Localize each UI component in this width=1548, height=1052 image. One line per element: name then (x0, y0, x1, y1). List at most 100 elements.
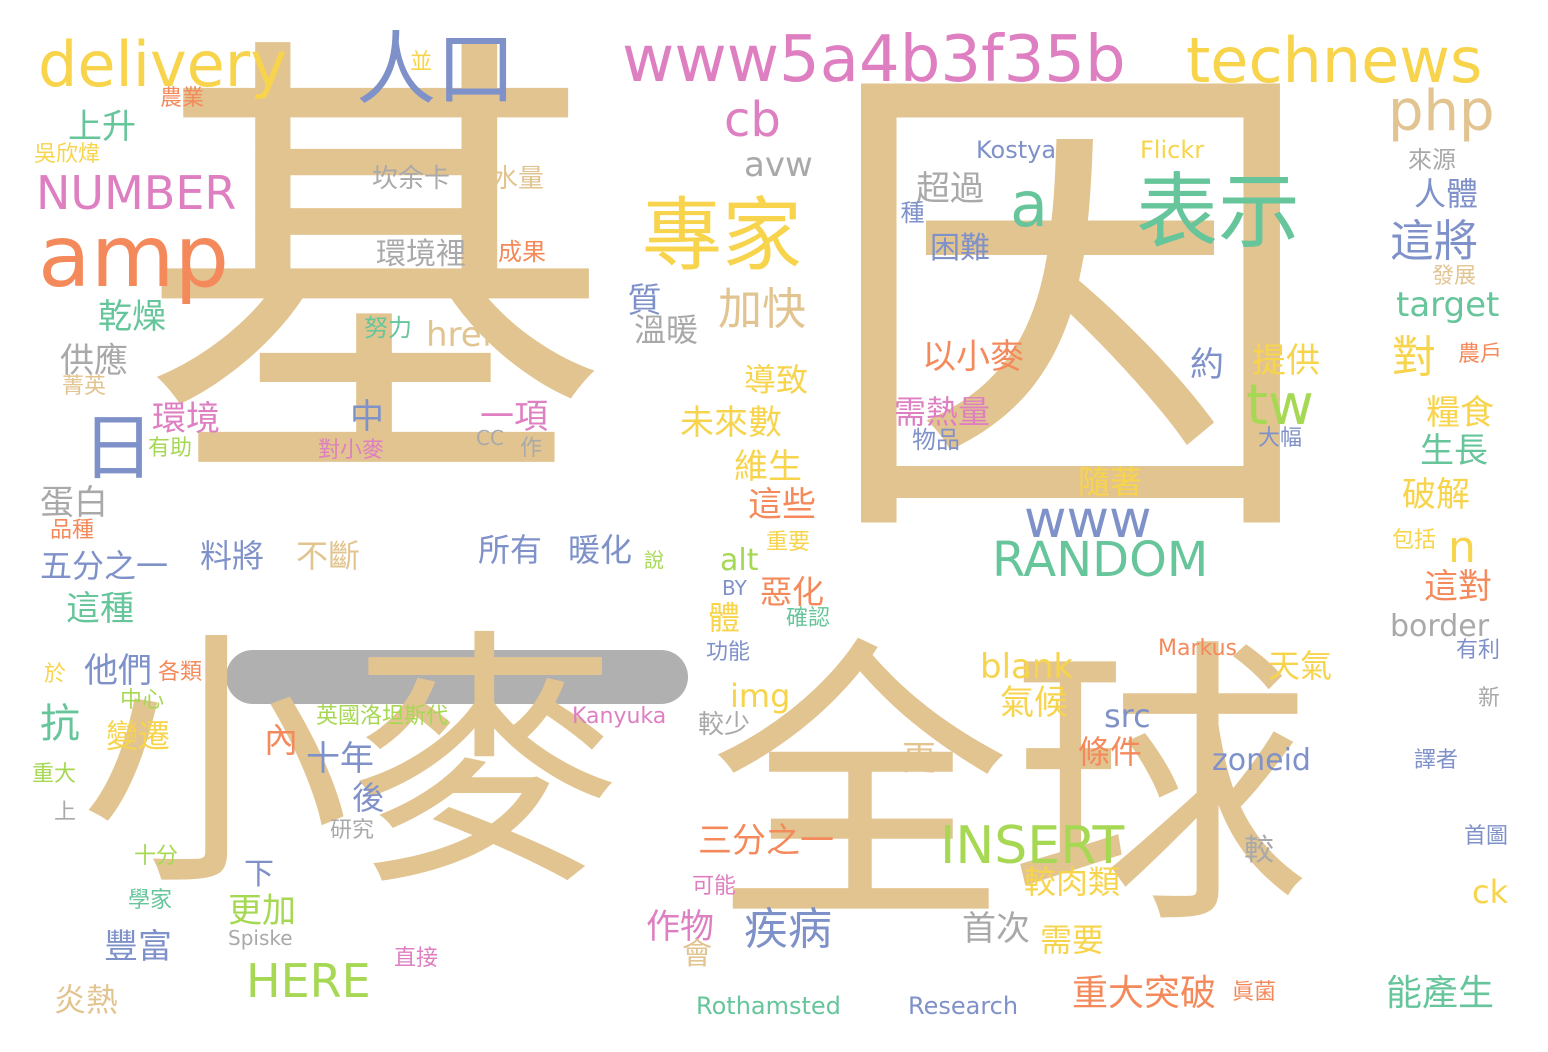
cloud-word: 對 (1392, 332, 1436, 383)
cloud-word: 人口 (356, 23, 516, 116)
cloud-word: 能產生 (1386, 973, 1495, 1014)
cloud-word: 約 (1190, 345, 1224, 385)
cloud-word: src (1104, 697, 1151, 735)
cloud-word: 下 (244, 857, 274, 892)
cloud-word: 重要 (766, 530, 811, 555)
cloud-word: Markus (1158, 636, 1237, 661)
cloud-word: 以小麥 (922, 337, 1024, 377)
cloud-word: 他們 (84, 651, 152, 691)
cloud-word: 重大 (32, 762, 77, 787)
cloud-word: 吳欣煒 (34, 142, 101, 167)
cloud-word: 三分之一 (698, 821, 834, 861)
cloud-word: Research (908, 992, 1019, 1020)
cloud-word: Flickr (1140, 136, 1205, 164)
cloud-word: 品種 (50, 518, 95, 543)
cloud-word: 成果 (498, 238, 546, 266)
cloud-word: 譯者 (1414, 748, 1459, 773)
cloud-word: 英國洛坦斯代 (316, 704, 449, 729)
cloud-word: ck (1472, 873, 1509, 911)
cloud-word: 十分 (134, 844, 179, 869)
cloud-word: 內 (264, 721, 298, 761)
cloud-word: NUMBER (36, 166, 237, 220)
cloud-word: 農戶 (1458, 342, 1503, 367)
cloud-word: 氣候 (1000, 683, 1068, 723)
cloud-word: 有利 (1456, 638, 1501, 663)
cloud-word: 眞菌 (1232, 980, 1277, 1005)
cloud-word: 農業 (160, 86, 205, 111)
cloud-word: n (1448, 522, 1476, 573)
cloud-word: img (730, 677, 791, 715)
cloud-word: 較肉類 (1024, 863, 1121, 901)
cloud-word: 抗 (40, 701, 80, 747)
cloud-word: 新 (1478, 686, 1501, 711)
cloud-word: 溫暖 (634, 311, 699, 349)
cloud-word: 這對 (1424, 567, 1492, 607)
cloud-word: 蛋白 (40, 483, 108, 523)
cloud-word: 更 (902, 739, 936, 779)
cloud-word: 需要 (1040, 921, 1105, 959)
cloud-word: avw (744, 145, 813, 185)
cloud-word: Kostya (976, 136, 1057, 164)
cloud-word: 炎熱 (54, 981, 119, 1019)
cloud-word: 環境裡 (376, 237, 466, 272)
cloud-word: 乾燥 (98, 297, 166, 337)
cloud-word: BY (722, 576, 747, 600)
cloud-word: 維生 (734, 447, 802, 487)
cloud-word: 菁英 (62, 374, 107, 399)
cloud-word: 重大突破 (1072, 973, 1217, 1014)
cloud-word: 所有 (478, 531, 543, 569)
cloud-word: 未來數 (680, 403, 782, 443)
word-cloud: 基因全球 小麥 amp delivery 人口 www5a4b3f35b technews p… (0, 0, 1548, 1052)
cloud-word: CC (476, 426, 504, 450)
cloud-word: www5a4b3f35b (622, 23, 1126, 97)
cloud-word: 較 (1244, 833, 1274, 868)
cloud-word: 努力 (364, 314, 412, 342)
cloud-word: 確認 (786, 606, 831, 631)
cloud-word: 環境 (152, 399, 220, 439)
cloud-word: 破解 (1402, 475, 1470, 515)
cloud-word: 不斷 (296, 537, 361, 575)
cloud-word: php (1388, 79, 1495, 144)
cloud-word: 變遷 (106, 717, 171, 755)
cloud-word: 疾病 (744, 904, 832, 955)
cloud-word: 天氣 (1268, 647, 1333, 685)
cloud-word: 因 (820, 19, 1320, 601)
cloud-word: HERE (246, 954, 371, 1008)
cloud-word: 種 (896, 200, 924, 224)
cloud-word: 功能 (706, 640, 751, 665)
cloud-word: 需熱量 (894, 393, 991, 431)
cloud-word: Rothamsted (696, 992, 841, 1020)
cloud-word: 上 (54, 800, 77, 825)
cloud-word: 糧食 (1426, 393, 1494, 433)
cloud-word: 超過 (916, 169, 984, 209)
cloud-word: 包括 (1392, 528, 1437, 553)
cloud-word: 豐富 (104, 927, 172, 967)
cloud-word: 表示 (1136, 165, 1301, 260)
cloud-word: 加快 (718, 284, 806, 335)
cloud-word: 研究 (330, 818, 375, 843)
cloud-word: target (1396, 285, 1500, 325)
cloud-word: 暖化 (568, 531, 633, 569)
cloud-word: 專家 (642, 189, 802, 282)
cloud-word: 有助 (148, 436, 193, 461)
cloud-word: 這將 (1390, 216, 1478, 267)
cloud-word: RANDOM (992, 532, 1209, 588)
cloud-word: 坎余卡 (372, 164, 451, 194)
cloud-word: amp (38, 207, 230, 307)
cloud-word: 生長 (1420, 431, 1488, 471)
cloud-word: href (426, 315, 494, 355)
cloud-word: 十年 (306, 739, 374, 779)
cloud-word: 導致 (744, 361, 809, 399)
cloud-word: 來源 (1408, 146, 1456, 174)
cloud-word: 料將 (200, 537, 265, 575)
cloud-word: 惡化 (760, 573, 825, 611)
cloud-word: Kanyuka (572, 704, 667, 729)
cloud-word: cb (724, 92, 781, 148)
cloud-word: 困難 (930, 231, 990, 266)
cloud-word: 人體 (1414, 175, 1479, 213)
cloud-word: 首圖 (1464, 824, 1509, 849)
cloud-word: 對小麥 (318, 438, 385, 463)
cloud-word: 這些 (748, 485, 816, 525)
cloud-word: 可能 (692, 874, 737, 899)
cloud-word: 學家 (128, 888, 173, 913)
